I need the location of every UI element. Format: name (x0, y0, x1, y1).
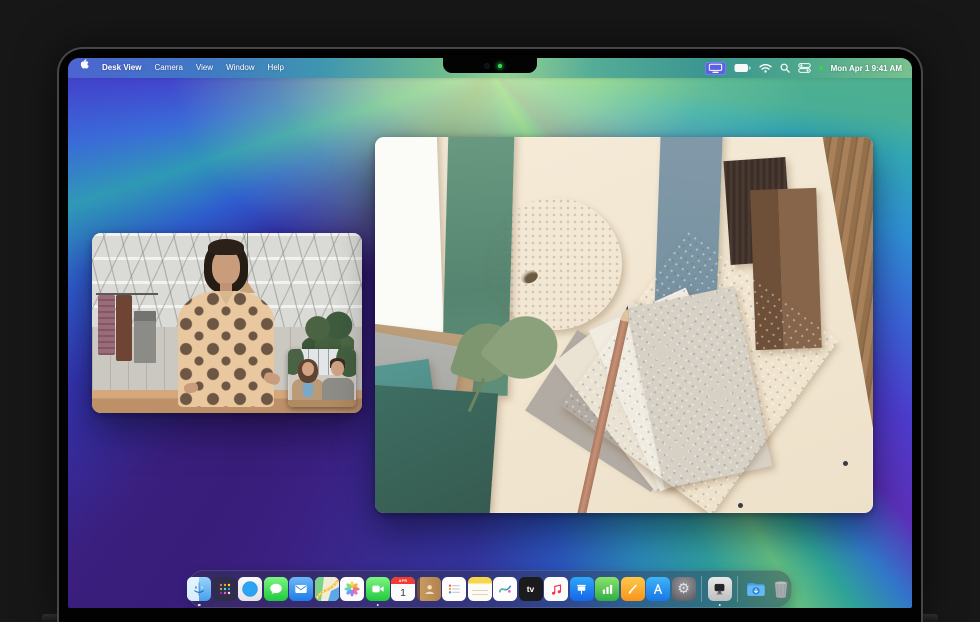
dock-icon-finder[interactable] (187, 577, 211, 601)
dock-icon-maps[interactable] (315, 577, 339, 601)
menu-bar-left: Desk View Camera View Window Help (68, 58, 284, 78)
pip-woman-shirt (303, 383, 313, 397)
macbook-screen: Desk View Camera View Window Help Mon (68, 58, 912, 608)
dock-icon-desk-view[interactable] (708, 577, 732, 601)
menu-view[interactable]: View (196, 58, 213, 78)
menu-bar-status: Mon Apr 1 9:41 AM (705, 62, 912, 75)
dock-icon-mail[interactable] (289, 577, 313, 601)
dock-icon-pages[interactable] (621, 577, 645, 601)
dock-icon-freeform[interactable] (493, 577, 517, 601)
display-notch (443, 58, 537, 73)
video-effects-button[interactable] (705, 62, 726, 75)
garment-mauve (98, 295, 115, 355)
dock-icon-numbers[interactable] (595, 577, 619, 601)
calendar-month: APR (391, 577, 415, 584)
dark-green-tile-sample (375, 385, 498, 513)
pip-woman-face (302, 362, 314, 376)
camera-in-use-dot (819, 66, 823, 70)
dock-icon-messages[interactable] (264, 577, 288, 601)
search-icon[interactable] (780, 63, 790, 73)
dock-icon-notes[interactable] (468, 577, 492, 601)
menu-app-name[interactable]: Desk View (102, 58, 141, 78)
battery-icon[interactable] (734, 63, 751, 73)
desk-view-window[interactable] (375, 137, 873, 513)
fabric-button-dot (843, 461, 848, 466)
facetime-pip-thumbnail[interactable] (288, 349, 356, 407)
control-center-icon[interactable] (798, 63, 811, 73)
dock-icon-system-settings[interactable]: ⚙ (672, 577, 696, 601)
facetime-window[interactable] (92, 233, 362, 413)
dock-icon-keynote[interactable] (570, 577, 594, 601)
running-indicator (198, 604, 201, 607)
camera-indicator-led (498, 64, 502, 68)
garment-brown (116, 295, 132, 361)
felt-disc (488, 198, 622, 330)
menu-window[interactable]: Window (226, 58, 254, 78)
menu-bar-clock[interactable]: Mon Apr 1 9:41 AM (831, 64, 902, 73)
dock-icon-downloads[interactable] (744, 577, 768, 601)
dock-divider (701, 576, 702, 602)
dock-icon-launchpad[interactable] (213, 577, 237, 601)
fabric-button-dot (738, 503, 743, 508)
running-indicator (376, 604, 379, 607)
dock-divider (737, 576, 738, 602)
wifi-icon[interactable] (759, 63, 772, 73)
running-indicator (718, 604, 721, 607)
studio-cabinet (134, 311, 156, 363)
pip-man-face (331, 361, 344, 376)
dock-icon-tv[interactable]: tv (519, 577, 543, 601)
pip-table (288, 400, 356, 407)
dock-icon-contacts[interactable] (417, 577, 441, 601)
dock-icon-safari[interactable] (238, 577, 262, 601)
tv-logo: tv (527, 584, 535, 594)
dock-icon-music[interactable] (544, 577, 568, 601)
presenter-hair-top (208, 239, 244, 255)
gear-glyph: ⚙ (677, 582, 690, 596)
dock-icon-trash[interactable] (769, 577, 793, 601)
calendar-day: 1 (391, 584, 415, 601)
dock: APR 1 tv (188, 570, 792, 608)
apple-menu-icon[interactable] (79, 58, 89, 78)
menu-help[interactable]: Help (268, 58, 284, 78)
dock-icon-photos[interactable] (340, 577, 364, 601)
dock-icon-reminders[interactable] (442, 577, 466, 601)
dock-icon-appstore[interactable] (646, 577, 670, 601)
dock-icon-facetime[interactable] (366, 577, 390, 601)
webcam-icon (484, 63, 490, 69)
dock-icon-calendar[interactable]: APR 1 (391, 577, 415, 601)
menu-camera[interactable]: Camera (154, 58, 182, 78)
